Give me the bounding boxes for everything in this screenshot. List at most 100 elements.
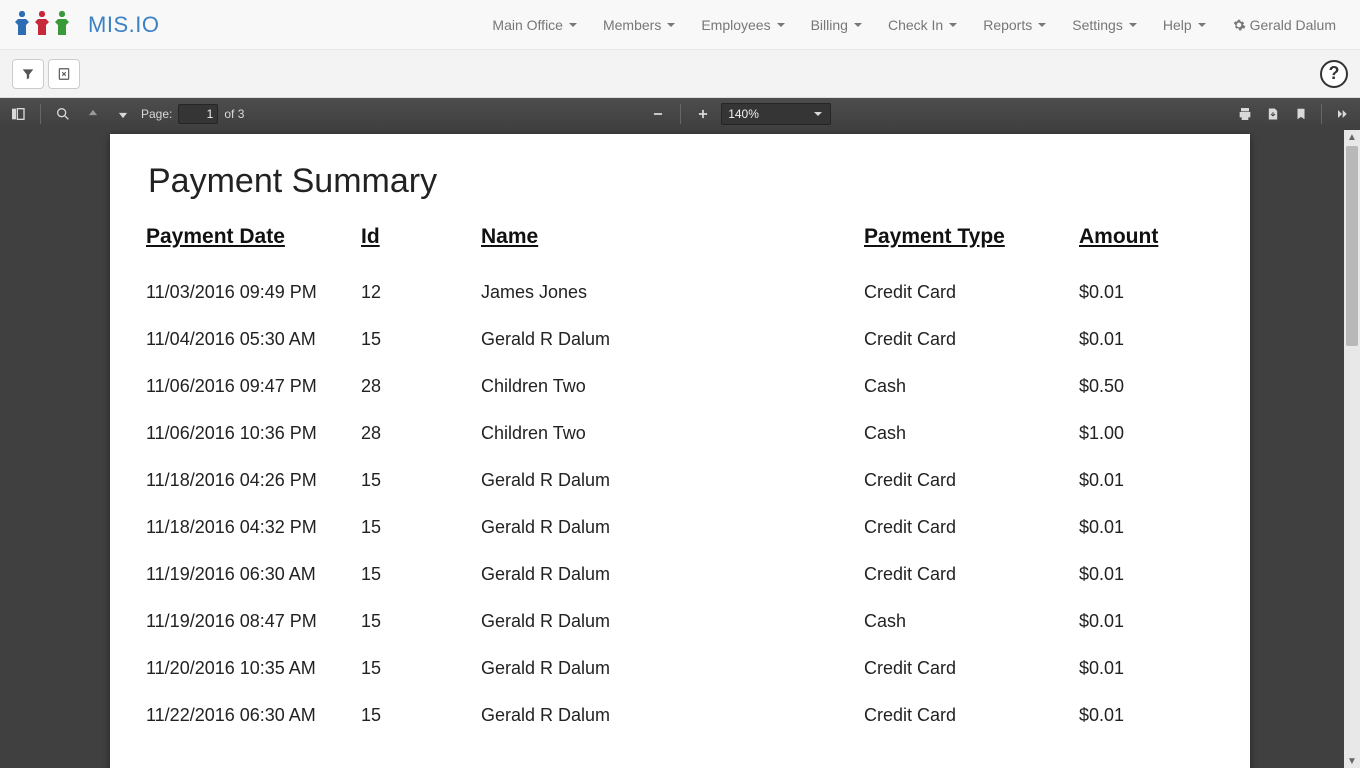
nav-label: Members (603, 17, 661, 33)
cell-amount: $0.01 (1079, 658, 1214, 679)
zoom-select[interactable]: 140% (721, 103, 831, 125)
page-input[interactable] (178, 104, 218, 124)
separator (680, 104, 681, 124)
cell-id: 15 (361, 658, 481, 679)
cell-type: Credit Card (864, 517, 1079, 538)
cell-amount: $0.01 (1079, 470, 1214, 491)
table-row: 11/06/2016 09:47 PM28Children TwoCash$0.… (146, 363, 1214, 410)
main-nav: Main Office Members Employees Billing Ch… (480, 2, 1348, 48)
cell-amount: $0.50 (1079, 376, 1214, 397)
nav-user-label: Gerald Dalum (1250, 17, 1336, 33)
cell-type: Credit Card (864, 564, 1079, 585)
cell-id: 12 (361, 282, 481, 303)
nav-members[interactable]: Members (591, 2, 687, 48)
cell-date: 11/04/2016 05:30 AM (146, 329, 361, 350)
cell-type: Cash (864, 423, 1079, 444)
print-button[interactable] (1233, 102, 1257, 126)
pdf-center-controls: 140% (646, 102, 831, 126)
download-button[interactable] (1261, 102, 1285, 126)
brand-logo-icon (12, 7, 84, 42)
nav-label: Help (1163, 17, 1192, 33)
export-excel-button[interactable] (48, 59, 80, 89)
cell-date: 11/19/2016 06:30 AM (146, 564, 361, 585)
more-tools-button[interactable] (1330, 102, 1354, 126)
nav-reports[interactable]: Reports (971, 2, 1058, 48)
question-icon: ? (1329, 63, 1340, 84)
excel-icon (57, 67, 71, 81)
cell-amount: $0.01 (1079, 517, 1214, 538)
scroll-thumb[interactable] (1346, 146, 1358, 346)
nav-billing[interactable]: Billing (799, 2, 874, 48)
arrow-up-icon (86, 107, 100, 121)
cell-id: 15 (361, 564, 481, 585)
chevron-down-icon (1038, 23, 1046, 27)
cell-date: 11/18/2016 04:26 PM (146, 470, 361, 491)
zoom-value: 140% (728, 107, 759, 121)
chevron-down-icon (1129, 23, 1137, 27)
cell-name: Gerald R Dalum (481, 611, 864, 632)
separator (1321, 104, 1322, 124)
minus-icon (651, 107, 665, 121)
find-button[interactable] (51, 102, 75, 126)
table-row: 11/03/2016 09:49 PM12James JonesCredit C… (146, 269, 1214, 316)
nav-user[interactable]: Gerald Dalum (1220, 2, 1348, 48)
cell-date: 11/22/2016 06:30 AM (146, 705, 361, 726)
cell-date: 11/06/2016 09:47 PM (146, 376, 361, 397)
cell-id: 15 (361, 470, 481, 491)
nav-label: Billing (811, 17, 848, 33)
cell-date: 11/03/2016 09:49 PM (146, 282, 361, 303)
filter-icon (21, 67, 35, 81)
page-label: Page: (141, 107, 172, 121)
page-of: of 3 (224, 107, 244, 121)
col-name: Name (481, 225, 864, 269)
cell-id: 15 (361, 329, 481, 350)
plus-icon (696, 107, 710, 121)
cell-name: Children Two (481, 423, 864, 444)
table-row: 11/20/2016 10:35 AM15Gerald R DalumCredi… (146, 645, 1214, 692)
help-button[interactable]: ? (1320, 60, 1348, 88)
col-amount: Amount (1079, 225, 1214, 269)
nav-main-office[interactable]: Main Office (480, 2, 589, 48)
cell-name: Gerald R Dalum (481, 329, 864, 350)
scrollbar[interactable]: ▲ ▼ (1344, 130, 1360, 768)
cell-amount: $1.00 (1079, 423, 1214, 444)
cell-date: 11/20/2016 10:35 AM (146, 658, 361, 679)
pdf-toolbar: Page: of 3 140% (0, 98, 1360, 130)
scroll-up-icon[interactable]: ▲ (1344, 130, 1360, 144)
nav-settings[interactable]: Settings (1060, 2, 1149, 48)
toggle-sidebar-button[interactable] (6, 102, 30, 126)
table-head: Payment Date Id Name Payment Type Amount (146, 225, 1214, 269)
cell-date: 11/19/2016 08:47 PM (146, 611, 361, 632)
zoom-out-button[interactable] (646, 102, 670, 126)
table-row: 11/04/2016 05:30 AM15Gerald R DalumCredi… (146, 316, 1214, 363)
next-page-button[interactable] (111, 102, 135, 126)
cell-type: Credit Card (864, 329, 1079, 350)
document-page: Payment Summary Payment Date Id Name Pay… (110, 134, 1250, 768)
prev-page-button[interactable] (81, 102, 105, 126)
search-icon (55, 106, 71, 122)
filter-toolbar: ? (0, 50, 1360, 98)
cell-name: Gerald R Dalum (481, 564, 864, 585)
brand[interactable]: MIS.IO (12, 7, 159, 42)
bookmark-button[interactable] (1289, 102, 1313, 126)
cell-name: Gerald R Dalum (481, 705, 864, 726)
chevron-down-icon (777, 23, 785, 27)
top-navbar: MIS.IO Main Office Members Employees Bil… (0, 0, 1360, 50)
zoom-in-button[interactable] (691, 102, 715, 126)
scroll-down-icon[interactable]: ▼ (1344, 754, 1360, 768)
chevron-down-icon (569, 23, 577, 27)
table-row: 11/19/2016 08:47 PM15Gerald R DalumCash$… (146, 598, 1214, 645)
arrow-down-icon (116, 107, 130, 121)
document-area: Payment Summary Payment Date Id Name Pay… (0, 130, 1360, 768)
cell-type: Cash (864, 611, 1079, 632)
chevron-down-icon (854, 23, 862, 27)
nav-check-in[interactable]: Check In (876, 2, 969, 48)
cell-id: 15 (361, 611, 481, 632)
nav-employees[interactable]: Employees (689, 2, 796, 48)
chevron-down-icon (949, 23, 957, 27)
chevrons-right-icon (1334, 106, 1350, 122)
cell-type: Credit Card (864, 705, 1079, 726)
nav-help[interactable]: Help (1151, 2, 1218, 48)
report-title: Payment Summary (148, 162, 1214, 201)
filter-button[interactable] (12, 59, 44, 89)
